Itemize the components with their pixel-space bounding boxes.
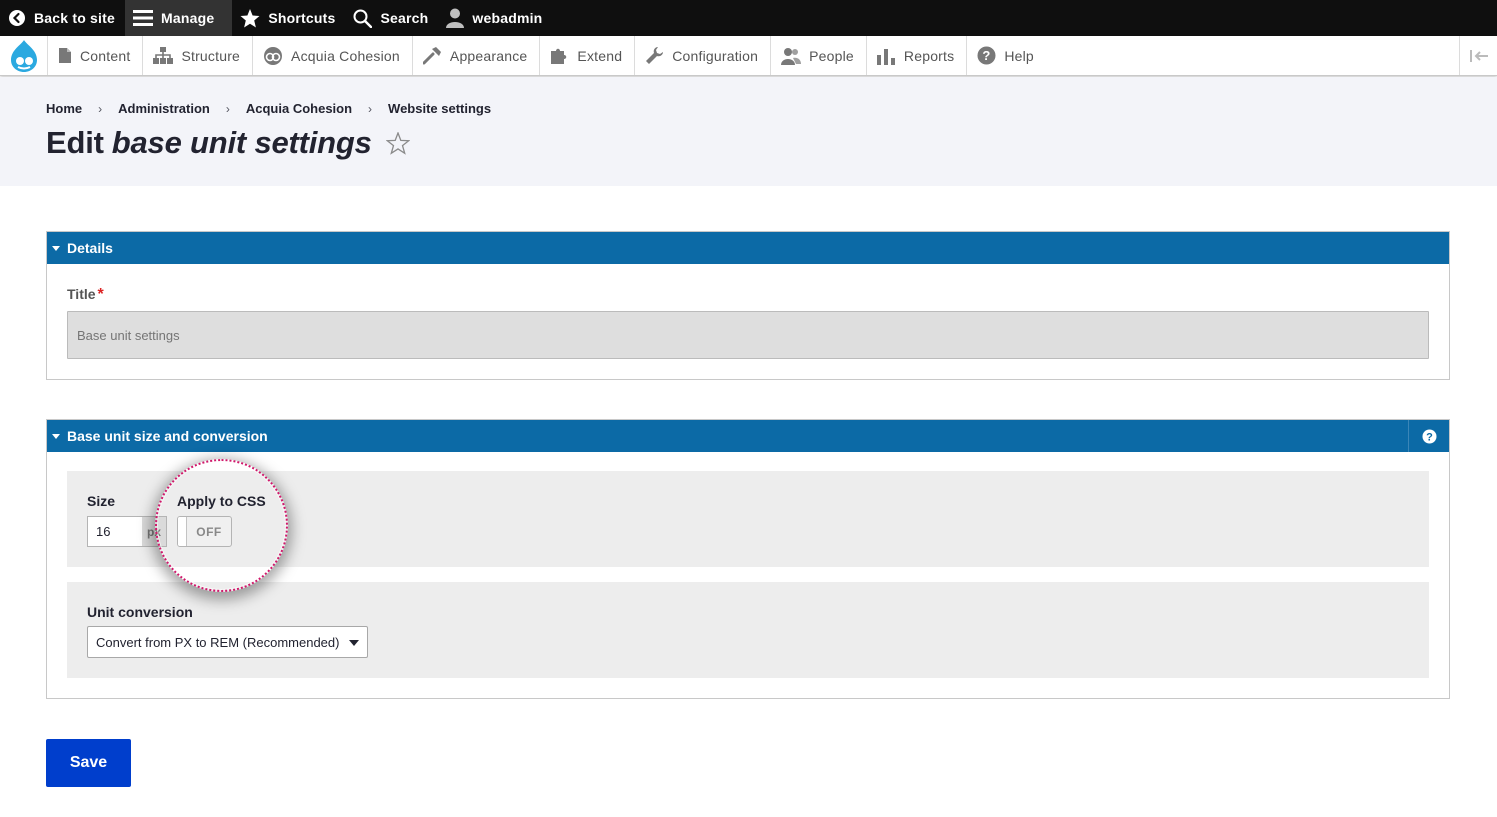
cohesion-icon xyxy=(264,46,283,65)
search-tab[interactable]: Search xyxy=(345,0,438,36)
tray-item-configuration-label: Configuration xyxy=(672,47,759,64)
details-legend[interactable]: Details xyxy=(47,232,1449,264)
star-icon xyxy=(240,8,260,27)
title-label: Title * xyxy=(67,286,104,304)
title-label-text: Title xyxy=(67,286,96,302)
required-marker: * xyxy=(97,286,104,303)
tray-orientation-toggle[interactable] xyxy=(1459,36,1497,75)
breadcrumb-administration[interactable]: Administration xyxy=(118,101,210,116)
base-unit-legend[interactable]: Base unit size and conversion ? xyxy=(47,420,1449,452)
people-icon xyxy=(781,47,802,65)
tray-item-content-label: Content xyxy=(80,47,131,64)
save-button[interactable]: Save xyxy=(46,739,131,787)
user-tab[interactable]: webadmin xyxy=(438,0,552,36)
unit-conversion-select[interactable]: Convert from PX to REM (Recommended) xyxy=(87,626,368,658)
tray-item-structure[interactable]: Structure xyxy=(142,36,252,75)
tray-item-help[interactable]: ? Help xyxy=(966,36,1046,75)
drupal-logo[interactable] xyxy=(0,36,47,75)
question-icon: ? xyxy=(1422,429,1436,443)
page-title: Edit base unit settings xyxy=(46,123,411,163)
dropdown-arrow-icon xyxy=(349,640,359,646)
search-label: Search xyxy=(380,10,429,26)
puzzle-icon xyxy=(551,48,567,64)
tray-item-people-label: People xyxy=(809,47,854,64)
tray-item-content[interactable]: Content xyxy=(47,36,142,75)
shortcuts-tab[interactable]: Shortcuts xyxy=(232,0,345,36)
unit-conversion-selected: Convert from PX to REM (Recommended) xyxy=(96,634,340,650)
apply-to-css-label: Apply to CSS xyxy=(177,493,266,509)
page-title-entity: base unit settings xyxy=(111,125,372,160)
back-to-site-label: Back to site xyxy=(34,10,115,26)
tray-item-structure-label: Structure xyxy=(181,47,241,64)
search-icon xyxy=(353,9,373,28)
admin-tray: Content Structure Acquia Cohesion Appear… xyxy=(0,36,1497,76)
document-icon xyxy=(59,48,71,63)
shortcuts-label: Shortcuts xyxy=(268,10,336,26)
tray-item-acquia-cohesion[interactable]: Acquia Cohesion xyxy=(252,36,412,75)
size-unit-suffix: px xyxy=(142,516,167,547)
tray-item-appearance-label: Appearance xyxy=(449,47,528,64)
breadcrumb-home[interactable]: Home xyxy=(46,101,82,116)
tray-item-reports[interactable]: Reports xyxy=(865,36,966,75)
breadcrumb-separator: › xyxy=(368,101,373,116)
size-label: Size xyxy=(87,493,116,509)
sitemap-icon xyxy=(153,47,174,64)
collapse-toolbar-icon xyxy=(1469,49,1488,62)
tray-item-configuration[interactable]: Configuration xyxy=(634,36,770,75)
shortcut-star[interactable] xyxy=(385,127,411,163)
page-header: Home › Administration › Acquia Cohesion … xyxy=(0,77,1497,186)
drupal-logo-icon xyxy=(10,39,37,72)
base-unit-legend-label: Base unit size and conversion xyxy=(67,428,268,444)
size-input[interactable] xyxy=(87,516,143,547)
user-label: webadmin xyxy=(472,10,543,26)
bar-chart-icon xyxy=(876,48,895,65)
size-panel: Size px Apply to CSS OFF xyxy=(67,471,1429,567)
tray-item-people[interactable]: People xyxy=(770,36,866,75)
tray-item-help-label: Help xyxy=(1004,47,1034,64)
tray-item-acquia-cohesion-label: Acquia Cohesion xyxy=(291,47,400,64)
star-outline-icon xyxy=(385,131,411,155)
manage-tab[interactable]: Manage xyxy=(125,0,233,36)
caret-down-icon xyxy=(52,434,60,439)
unit-conversion-label: Unit conversion xyxy=(87,604,193,620)
back-to-site-link[interactable]: Back to site xyxy=(0,0,125,36)
user-icon xyxy=(446,8,465,28)
unit-conversion-panel: Unit conversion Convert from PX to REM (… xyxy=(67,582,1429,678)
admin-toolbar: Back to site Manage Shortcuts Search web… xyxy=(0,0,1497,36)
paintbrush-icon xyxy=(422,47,441,65)
manage-label: Manage xyxy=(161,10,215,26)
tray-item-extend-label: Extend xyxy=(577,47,623,64)
tray-item-reports-label: Reports xyxy=(903,47,955,64)
svg-text:?: ? xyxy=(1426,431,1433,443)
caret-down-icon xyxy=(52,246,60,251)
details-legend-label: Details xyxy=(67,240,113,256)
breadcrumb-acquia-cohesion[interactable]: Acquia Cohesion xyxy=(246,101,352,116)
tray-item-extend[interactable]: Extend xyxy=(539,36,634,75)
apply-to-css-toggle[interactable]: OFF xyxy=(177,516,232,547)
details-fieldset: Details Title * xyxy=(46,231,1450,380)
base-unit-fieldset: Base unit size and conversion ? Size px … xyxy=(46,419,1450,699)
tray-item-appearance[interactable]: Appearance xyxy=(411,36,540,75)
hamburger-menu-icon xyxy=(133,10,153,26)
svg-text:?: ? xyxy=(983,48,991,63)
base-unit-help-button[interactable]: ? xyxy=(1408,420,1449,452)
breadcrumb-separator: › xyxy=(98,101,103,116)
breadcrumb-website-settings[interactable]: Website settings xyxy=(388,101,491,116)
page-title-prefix: Edit xyxy=(46,125,104,160)
toggle-knob xyxy=(178,517,187,546)
breadcrumb-separator: › xyxy=(225,101,230,116)
wrench-icon xyxy=(646,47,664,64)
back-arrow-icon xyxy=(9,10,25,26)
breadcrumb: Home › Administration › Acquia Cohesion … xyxy=(46,101,491,116)
toggle-state: OFF xyxy=(196,524,222,539)
help-icon: ? xyxy=(977,46,996,65)
tray-spacer xyxy=(1046,36,1459,75)
title-input[interactable] xyxy=(67,311,1429,359)
